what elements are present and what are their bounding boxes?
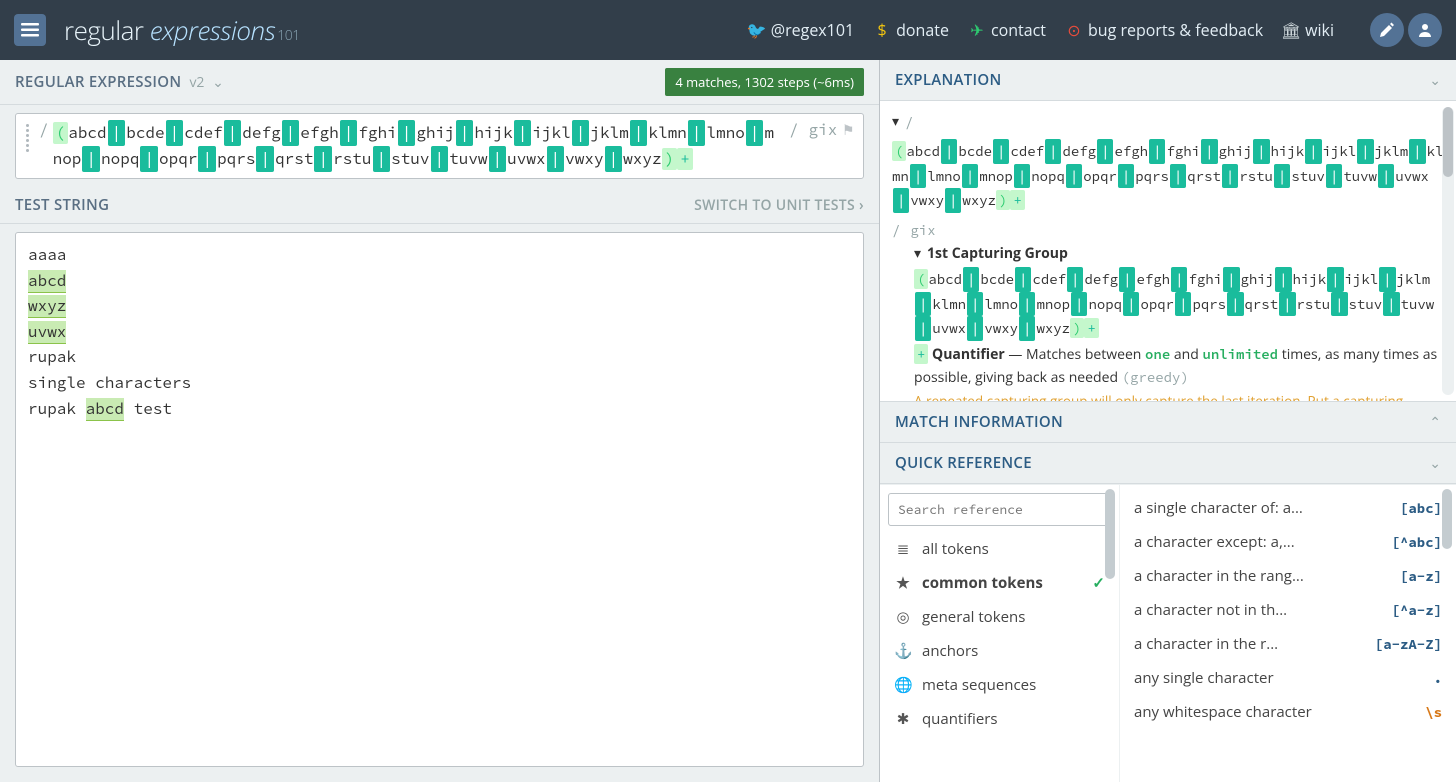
qref-item[interactable]: a character in the rang...[a-z] bbox=[1120, 559, 1456, 593]
collapse-quickref-button[interactable]: ⌄ bbox=[1429, 454, 1441, 473]
drag-handle-icon[interactable] bbox=[26, 120, 29, 152]
regex-section-title: REGULAR EXPRESSION bbox=[15, 72, 181, 92]
collapse-explanation-button[interactable]: ⌄ bbox=[1429, 71, 1441, 90]
stack-icon: ≣ bbox=[894, 539, 912, 559]
regex-input[interactable]: / (abcd|bcde|cdef|defg|efgh|fghi|ghij|hi… bbox=[15, 113, 864, 179]
qref-item[interactable]: any whitespace character\s bbox=[1120, 695, 1456, 729]
wiki-link[interactable]: 🏛wiki bbox=[1283, 19, 1334, 41]
explanation-panel: ▾ / (abcd|bcde|cdef|defg|efgh|fghi|ghij|… bbox=[880, 101, 1456, 401]
qref-category[interactable]: ★common tokens✓ bbox=[888, 566, 1111, 600]
qref-item[interactable]: any single character. bbox=[1120, 661, 1456, 695]
building-icon: 🏛 bbox=[1283, 22, 1299, 38]
logo[interactable]: regular expressions101 bbox=[64, 12, 300, 48]
bugs-link[interactable]: ⊙bug reports & feedback bbox=[1066, 19, 1263, 41]
flags-selector[interactable]: /gix⚑ bbox=[785, 120, 853, 140]
explanation-title: EXPLANATION bbox=[895, 70, 1002, 90]
star-icon: ★ bbox=[894, 573, 912, 593]
qref-item[interactable]: a character not in th...[^a-z] bbox=[1120, 593, 1456, 627]
account-button[interactable] bbox=[1408, 13, 1442, 47]
qref-category[interactable]: ✱quantifiers bbox=[888, 702, 1111, 736]
caret-down-icon[interactable]: ▾ bbox=[892, 111, 899, 133]
scrollbar[interactable] bbox=[1442, 107, 1454, 395]
menu-button[interactable] bbox=[14, 14, 46, 46]
twitter-link[interactable]: 🐦@regex101 bbox=[749, 19, 854, 41]
qref-category[interactable]: ◎general tokens bbox=[888, 600, 1111, 634]
globe-icon: 🌐 bbox=[894, 675, 912, 695]
chevron-right-icon: › bbox=[859, 196, 864, 215]
qref-category[interactable]: ≣all tokens bbox=[888, 532, 1111, 566]
expand-match-info-button[interactable]: ⌃ bbox=[1429, 413, 1441, 432]
contact-link[interactable]: ✈contact bbox=[969, 19, 1046, 41]
asterisk-icon: ✱ bbox=[894, 709, 912, 729]
settings-button[interactable] bbox=[1370, 13, 1404, 47]
quickref-title: QUICK REFERENCE bbox=[895, 453, 1032, 473]
caret-down-icon[interactable]: ▾ bbox=[914, 243, 921, 265]
regex-content[interactable]: (abcd|bcde|cdef|defg|efgh|fghi|ghij|hijk… bbox=[53, 120, 777, 172]
qref-item[interactable]: a single character of: a...[abc] bbox=[1120, 491, 1456, 525]
qref-category[interactable]: ⚓anchors bbox=[888, 634, 1111, 668]
search-reference-input[interactable] bbox=[888, 493, 1111, 526]
match-info-title: MATCH INFORMATION bbox=[895, 412, 1063, 432]
twitter-icon: 🐦 bbox=[749, 22, 765, 38]
target-icon: ◎ bbox=[894, 607, 912, 627]
qref-category[interactable]: 🌐meta sequences bbox=[888, 668, 1111, 702]
test-string-input[interactable]: aaaa abcd wxyz uvwx rupak single charact… bbox=[15, 232, 864, 767]
send-icon: ✈ bbox=[969, 22, 985, 38]
chevron-down-icon: ⌄ bbox=[212, 73, 224, 92]
donate-link[interactable]: $donate bbox=[874, 19, 949, 41]
scrollbar[interactable] bbox=[1440, 489, 1454, 778]
qref-item[interactable]: a character in the r...[a-zA-Z] bbox=[1120, 627, 1456, 661]
switch-unit-tests-button[interactable]: SWITCH TO UNIT TESTS › bbox=[694, 196, 864, 215]
anchor-icon: ⚓ bbox=[894, 641, 912, 661]
github-icon: ⊙ bbox=[1066, 22, 1082, 38]
flag-icon: ⚑ bbox=[843, 120, 853, 140]
test-string-title: TEST STRING bbox=[15, 195, 109, 215]
dollar-icon: $ bbox=[874, 22, 890, 38]
match-badge: 4 matches, 1302 steps (~6ms) bbox=[665, 68, 864, 96]
qref-item[interactable]: a character except: a,...[^abc] bbox=[1120, 525, 1456, 559]
scrollbar[interactable] bbox=[1103, 489, 1117, 778]
version-selector[interactable]: v2 ⌄ bbox=[189, 73, 223, 92]
